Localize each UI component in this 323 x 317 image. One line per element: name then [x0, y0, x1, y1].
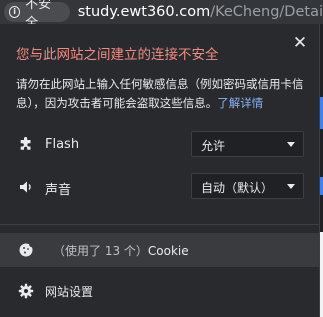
security-chip[interactable]: i 不安全 — [4, 0, 70, 31]
gear-icon — [18, 283, 34, 299]
cookie-label: Cookie — [147, 244, 189, 258]
cookie-count: （使用了 13 个） — [53, 244, 148, 258]
chevron-down-icon — [287, 142, 295, 147]
url-path: /KeCheng/Detai — [210, 4, 323, 20]
site-settings-label: 网站设置 — [45, 285, 94, 299]
puzzle-icon — [18, 137, 34, 153]
select-value: 自动（默认） — [201, 181, 274, 195]
cookies-text: （使用了 13 个）Cookie — [53, 242, 189, 259]
permission-row-sound: 声音 自动（默认） — [0, 173, 319, 201]
permission-row-flash: Flash 允许 — [0, 131, 319, 159]
permission-label: Flash — [45, 137, 80, 152]
popup-title: 您与此网站之间建立的连接不安全 — [16, 47, 219, 63]
site-settings-row[interactable]: 网站设置 — [0, 279, 319, 309]
url-host: study.ewt360.com — [77, 4, 211, 20]
select-value: 允许 — [201, 139, 226, 153]
url-text[interactable]: study.ewt360.com/KeCheng/Detai — [78, 4, 323, 20]
cookies-row[interactable]: （使用了 13 个）Cookie — [0, 233, 319, 267]
site-info-popup: 您与此网站之间建立的连接不安全 ✕ 请勿在此网站上输入任何敏感信息（例如密码或信… — [0, 24, 320, 317]
learn-more-link[interactable]: 了解详情 — [217, 96, 263, 110]
cookie-icon — [18, 242, 34, 258]
permission-label: 声音 — [45, 183, 72, 198]
chevron-down-icon — [287, 184, 295, 189]
section-divider — [0, 224, 319, 225]
speaker-icon — [18, 179, 34, 195]
close-icon: ✕ — [292, 33, 308, 53]
info-icon: i — [9, 6, 21, 18]
flash-permission-select[interactable]: 允许 — [191, 131, 304, 157]
address-bar: i 不安全 study.ewt360.com/KeCheng/Detai — [0, 0, 323, 31]
close-button[interactable]: ✕ — [290, 33, 310, 53]
security-description: 请勿在此网站上输入任何敏感信息（例如密码或信用卡信息），因为攻击者可能会盗取这些… — [16, 75, 308, 113]
sound-permission-select[interactable]: 自动（默认） — [191, 173, 304, 199]
